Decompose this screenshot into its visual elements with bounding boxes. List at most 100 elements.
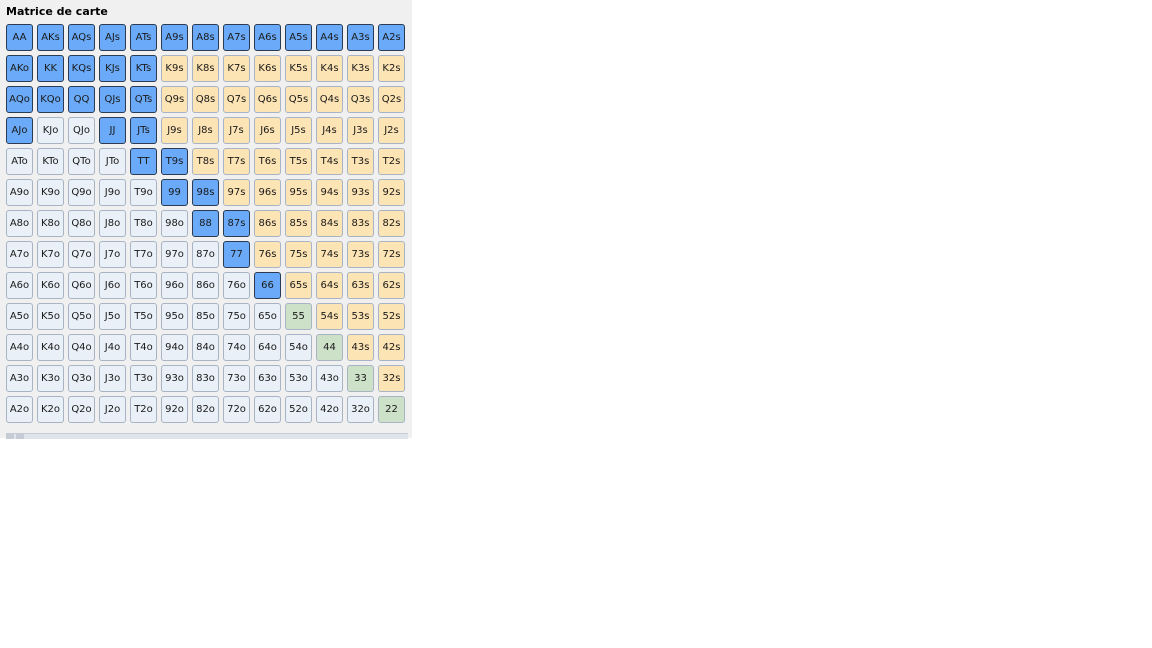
hand-cell[interactable]: 83o (192, 365, 219, 392)
hand-cell[interactable]: 92s (378, 179, 405, 206)
hand-cell[interactable]: KQs (68, 55, 95, 82)
hand-cell[interactable]: K2o (37, 396, 64, 423)
hand-cell[interactable]: KK (37, 55, 64, 82)
hand-cell[interactable]: 93o (161, 365, 188, 392)
hand-cell[interactable]: AQs (68, 24, 95, 51)
hand-cell[interactable]: J5o (99, 303, 126, 330)
hand-cell[interactable]: 82s (378, 210, 405, 237)
hand-cell[interactable]: T8o (130, 210, 157, 237)
hand-cell[interactable]: T2s (378, 148, 405, 175)
hand-cell[interactable]: T2o (130, 396, 157, 423)
hand-cell[interactable]: 32s (378, 365, 405, 392)
hand-cell[interactable]: TT (130, 148, 157, 175)
hand-cell[interactable]: 94o (161, 334, 188, 361)
hand-cell[interactable]: 97s (223, 179, 250, 206)
hand-cell[interactable]: T8s (192, 148, 219, 175)
hand-cell[interactable]: JTs (130, 117, 157, 144)
hand-cell[interactable]: 82o (192, 396, 219, 423)
hand-cell[interactable]: 43s (347, 334, 374, 361)
hand-cell[interactable]: 96o (161, 272, 188, 299)
hand-cell[interactable]: 52o (285, 396, 312, 423)
hand-cell[interactable]: Q2o (68, 396, 95, 423)
hand-cell[interactable]: 76s (254, 241, 281, 268)
hand-cell[interactable]: T5s (285, 148, 312, 175)
hand-cell[interactable]: 54s (316, 303, 343, 330)
hand-cell[interactable]: T3s (347, 148, 374, 175)
hand-cell[interactable]: T3o (130, 365, 157, 392)
hand-cell[interactable]: Q8s (192, 86, 219, 113)
hand-cell[interactable]: 42s (378, 334, 405, 361)
hand-cell[interactable]: K7s (223, 55, 250, 82)
hand-cell[interactable]: Q8o (68, 210, 95, 237)
hand-cell[interactable]: J4s (316, 117, 343, 144)
hand-cell[interactable]: T4o (130, 334, 157, 361)
hand-cell[interactable]: A5s (285, 24, 312, 51)
hand-cell[interactable]: J9s (161, 117, 188, 144)
hand-cell[interactable]: A9o (6, 179, 33, 206)
hand-cell[interactable]: 87o (192, 241, 219, 268)
hand-cell[interactable]: J3o (99, 365, 126, 392)
hand-cell[interactable]: J2o (99, 396, 126, 423)
hand-cell[interactable]: J6s (254, 117, 281, 144)
hand-cell[interactable]: ATs (130, 24, 157, 51)
hand-cell[interactable]: Q4o (68, 334, 95, 361)
hand-cell[interactable]: Q9s (161, 86, 188, 113)
hand-cell[interactable]: K2s (378, 55, 405, 82)
hand-cell[interactable]: 74o (223, 334, 250, 361)
hand-cell[interactable]: 52s (378, 303, 405, 330)
hand-cell[interactable]: 53o (285, 365, 312, 392)
hand-cell[interactable]: A8o (6, 210, 33, 237)
hand-cell[interactable]: Q5o (68, 303, 95, 330)
hand-cell[interactable]: 63o (254, 365, 281, 392)
hand-cell[interactable]: K8s (192, 55, 219, 82)
hand-cell[interactable]: A6s (254, 24, 281, 51)
hand-cell[interactable]: KTs (130, 55, 157, 82)
hand-cell[interactable]: J6o (99, 272, 126, 299)
hand-cell[interactable]: 75s (285, 241, 312, 268)
hand-cell[interactable]: K8o (37, 210, 64, 237)
hand-cell[interactable]: 97o (161, 241, 188, 268)
hand-cell[interactable]: 87s (223, 210, 250, 237)
hand-cell[interactable]: Q7o (68, 241, 95, 268)
hand-cell[interactable]: 99 (161, 179, 188, 206)
hand-cell[interactable]: 22 (378, 396, 405, 423)
hand-cell[interactable]: A4o (6, 334, 33, 361)
hand-cell[interactable]: 33 (347, 365, 374, 392)
hand-cell[interactable]: 43o (316, 365, 343, 392)
hand-cell[interactable]: QTs (130, 86, 157, 113)
hand-cell[interactable]: KTo (37, 148, 64, 175)
hand-cell[interactable]: 83s (347, 210, 374, 237)
hand-cell[interactable]: 98o (161, 210, 188, 237)
hand-cell[interactable]: 84s (316, 210, 343, 237)
hand-cell[interactable]: 66 (254, 272, 281, 299)
hand-cell[interactable]: K9o (37, 179, 64, 206)
hand-cell[interactable]: J4o (99, 334, 126, 361)
hand-cell[interactable]: 65o (254, 303, 281, 330)
hand-cell[interactable]: A5o (6, 303, 33, 330)
hand-cell[interactable]: T9s (161, 148, 188, 175)
hand-cell[interactable]: QTo (68, 148, 95, 175)
hand-cell[interactable]: 88 (192, 210, 219, 237)
hand-cell[interactable]: A4s (316, 24, 343, 51)
hand-cell[interactable]: 86o (192, 272, 219, 299)
hand-cell[interactable]: K5s (285, 55, 312, 82)
hand-cell[interactable]: 76o (223, 272, 250, 299)
hand-cell[interactable]: J7s (223, 117, 250, 144)
hand-cell[interactable]: K6s (254, 55, 281, 82)
hand-cell[interactable]: J3s (347, 117, 374, 144)
hand-cell[interactable]: 72s (378, 241, 405, 268)
scroll-thumb[interactable] (16, 434, 24, 439)
hand-cell[interactable]: T9o (130, 179, 157, 206)
hand-cell[interactable]: A2o (6, 396, 33, 423)
hand-cell[interactable]: T7s (223, 148, 250, 175)
hand-cell[interactable]: 93s (347, 179, 374, 206)
hand-cell[interactable]: 42o (316, 396, 343, 423)
hand-cell[interactable]: K9s (161, 55, 188, 82)
hand-cell[interactable]: A8s (192, 24, 219, 51)
hand-cell[interactable]: AJo (6, 117, 33, 144)
hand-cell[interactable]: J5s (285, 117, 312, 144)
hand-cell[interactable]: 64o (254, 334, 281, 361)
hand-cell[interactable]: KJo (37, 117, 64, 144)
hand-cell[interactable]: K7o (37, 241, 64, 268)
hand-cell[interactable]: K3o (37, 365, 64, 392)
